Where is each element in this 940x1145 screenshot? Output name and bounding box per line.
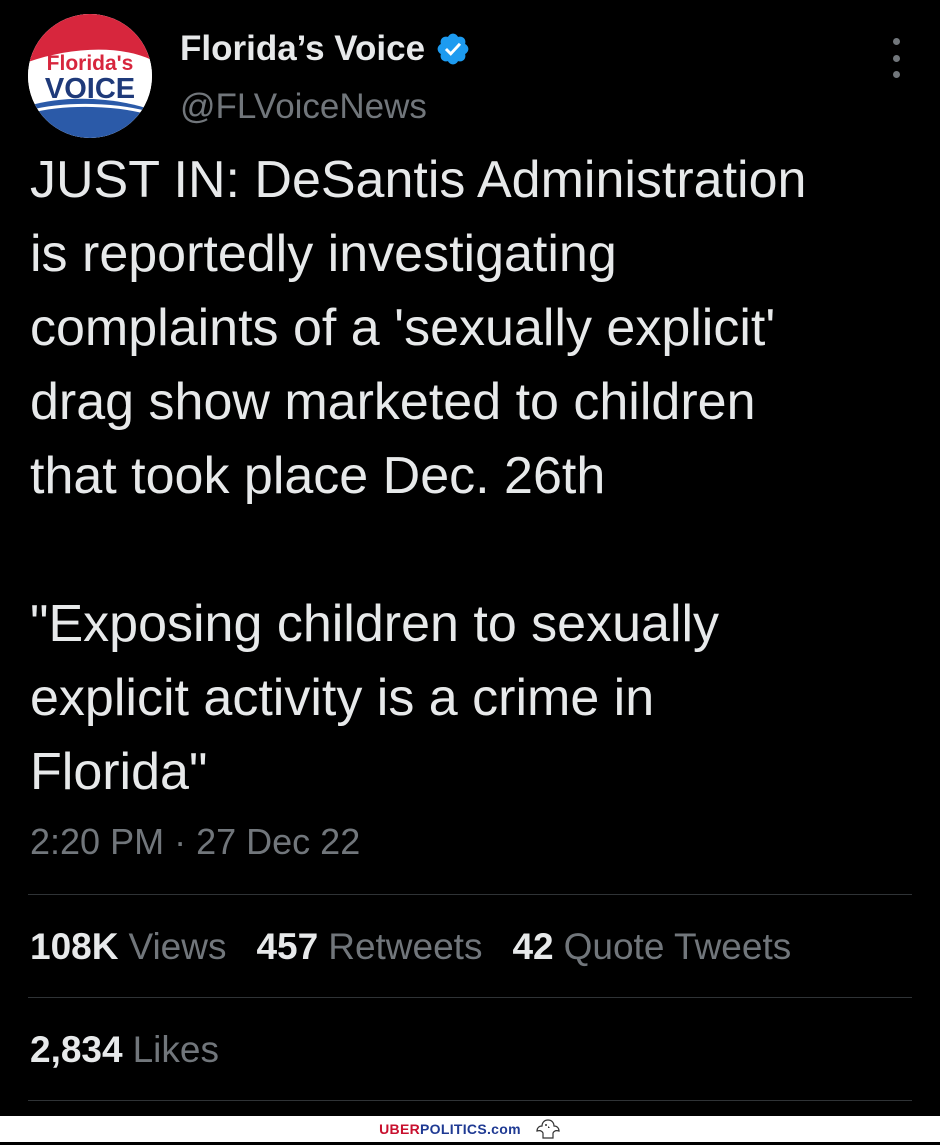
watermark-uber: UBER <box>379 1121 421 1137</box>
quote-text-line: "Exposing children to sexually <box>30 595 720 653</box>
retweets-stat[interactable]: 457 Retweets <box>256 922 482 972</box>
floridas-voice-logo: Florida's VOICE <box>28 14 152 138</box>
likes-stat[interactable]: 2,834 Likes <box>30 1025 219 1075</box>
views-stat[interactable]: 108K Views <box>30 922 226 972</box>
tweet-text-line: JUST IN: DeSantis Administration <box>30 151 807 209</box>
watermark-politics: POLITICS.com <box>420 1121 521 1137</box>
timestamp-separator: · <box>174 821 187 862</box>
retweets-count: 457 <box>256 926 319 967</box>
display-name-row[interactable]: Florida’s Voice <box>180 28 471 70</box>
author-info: Florida’s Voice @FLVoiceNews <box>180 28 471 128</box>
views-count: 108K <box>30 926 119 967</box>
quote-text-line: explicit activity is a crime in <box>30 669 655 727</box>
divider <box>28 1100 912 1101</box>
quote-text-line: Florida" <box>30 743 208 801</box>
tweet-date[interactable]: 27 Dec 22 <box>196 821 360 862</box>
logo-line2: VOICE <box>45 73 135 105</box>
logo-line1: Florida's <box>47 52 134 75</box>
handle[interactable]: @FLVoiceNews <box>180 86 471 128</box>
verified-badge-icon <box>435 31 471 67</box>
tweet-text-line: complaints of a 'sexually explicit' <box>30 299 776 357</box>
quote-tweets-stat[interactable]: 42 Quote Tweets <box>512 922 791 972</box>
tweet-card: Florida's VOICE Florida’s Voice @FLVoice… <box>0 0 940 1120</box>
quote-tweets-label: Quote Tweets <box>563 926 792 967</box>
tweet-time[interactable]: 2:20 PM <box>30 821 164 862</box>
tweet-text-line: that took place Dec. 26th <box>30 447 606 505</box>
likes-label: Likes <box>132 1029 219 1070</box>
retweets-label: Retweets <box>328 926 483 967</box>
divider <box>28 894 912 895</box>
avatar[interactable]: Florida's VOICE <box>28 14 152 138</box>
views-label: Views <box>128 926 227 967</box>
tweet-text-line: is reportedly investigating <box>30 225 617 283</box>
timestamp[interactable]: 2:20 PM · 27 Dec 22 <box>30 818 360 866</box>
quote-tweets-count: 42 <box>512 926 554 967</box>
engagement-stats: 108K Views 457 Retweets 42 Quote Tweets <box>30 922 791 972</box>
watermark: UBERPOLITICS.com <box>0 1116 940 1142</box>
display-name[interactable]: Florida’s Voice <box>180 28 425 70</box>
eagle-icon <box>535 1118 561 1140</box>
more-options-icon[interactable] <box>886 38 906 78</box>
tweet-header: Florida's VOICE Florida’s Voice @FLVoice… <box>28 14 912 138</box>
likes-count: 2,834 <box>30 1029 123 1070</box>
watermark-text: UBERPOLITICS.com <box>379 1121 521 1137</box>
tweet-text: JUST IN: DeSantis Administration is repo… <box>30 143 910 809</box>
tweet-text-line: drag show marketed to children <box>30 373 756 431</box>
divider <box>28 997 912 998</box>
